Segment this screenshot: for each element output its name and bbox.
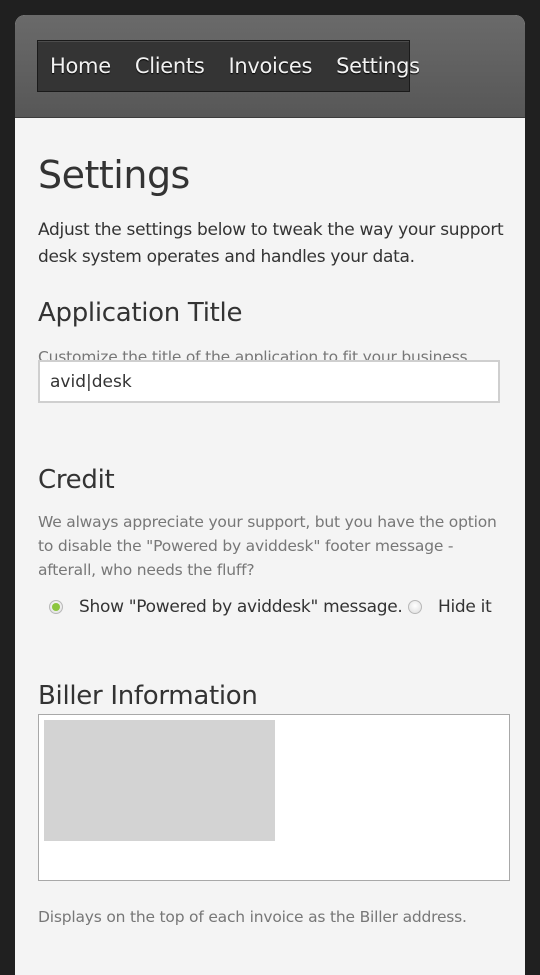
hide-powered-by-radio[interactable]: [408, 600, 422, 614]
main-nav: Home Clients Invoices Settings: [37, 40, 420, 92]
nav-item-home[interactable]: Home: [50, 54, 111, 78]
credit-options: Show "Powered by aviddesk" message. Hide…: [38, 597, 508, 627]
biller-information-editor[interactable]: [38, 714, 510, 881]
biller-logo-placeholder: [44, 720, 275, 841]
hide-powered-by-label[interactable]: Hide it: [438, 597, 492, 617]
biller-information-description: Displays on the top of each invoice as t…: [38, 908, 467, 926]
nav-item-invoices[interactable]: Invoices: [228, 54, 312, 78]
header: Home Clients Invoices Settings: [15, 15, 525, 118]
nav-item-settings[interactable]: Settings: [336, 54, 420, 78]
application-title-heading: Application Title: [38, 298, 243, 328]
page-title: Settings: [38, 153, 190, 197]
show-powered-by-radio[interactable]: [49, 600, 63, 614]
credit-description: We always appreciate your support, but y…: [38, 513, 497, 579]
credit-heading: Credit: [38, 465, 115, 495]
application-title-input[interactable]: [38, 360, 500, 403]
page-intro: Adjust the settings below to tweak the w…: [38, 220, 504, 267]
show-powered-by-label[interactable]: Show "Powered by aviddesk" message.: [79, 597, 403, 617]
biller-information-heading: Biller Information: [38, 681, 258, 711]
app-frame: Home Clients Invoices Settings Settings …: [15, 15, 525, 975]
nav-item-clients[interactable]: Clients: [135, 54, 205, 78]
